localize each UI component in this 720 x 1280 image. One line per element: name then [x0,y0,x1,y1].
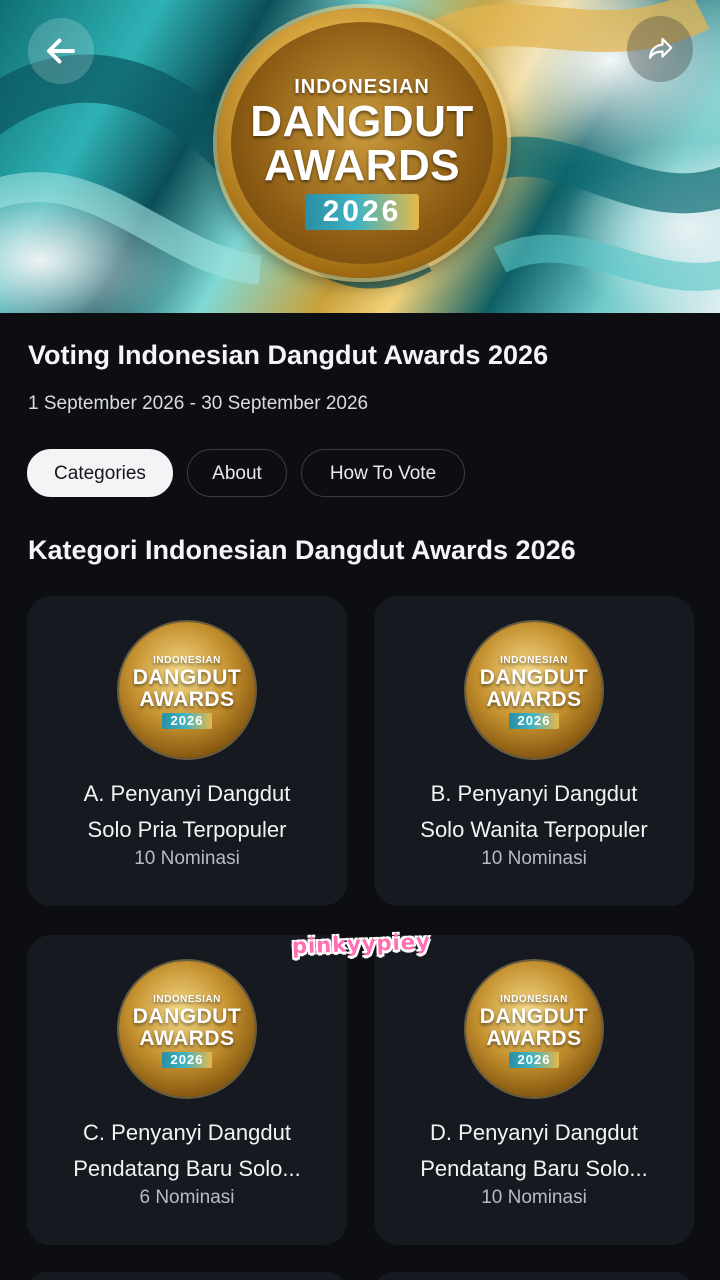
badge-line-3: AWARDS [486,688,582,711]
watermark-sticker: pinkyypiey [291,929,432,959]
category-logo: INDONESIAN DANGDUT AWARDS 2026 [466,961,602,1097]
badge-year: 2026 [162,1052,212,1068]
category-card-b[interactable]: INDONESIAN DANGDUT AWARDS 2026 B. Penyan… [374,596,694,906]
category-card-d[interactable]: INDONESIAN DANGDUT AWARDS 2026 D. Penyan… [374,935,694,1245]
nominee-count: 10 Nominasi [481,848,587,869]
category-card-a[interactable]: INDONESIAN DANGDUT AWARDS 2026 A. Penyan… [27,596,347,906]
share-button[interactable] [627,16,693,82]
tab-how-to-vote[interactable]: How To Vote [301,449,465,497]
category-name: D. Penyanyi Dangdut Pendatang Baru Solo.… [394,1115,674,1187]
event-title: Voting Indonesian Dangdut Awards 2026 [28,340,549,370]
logo-year: 2026 [305,194,419,230]
category-name: B. Penyanyi Dangdut Solo Wanita Terpopul… [394,776,674,848]
category-logo: INDONESIAN DANGDUT AWARDS 2026 [119,961,255,1097]
logo-line-3: AWARDS [263,141,461,190]
category-name-line-1: A. Penyanyi Dangdut [83,781,291,806]
nominee-count: 6 Nominasi [139,1187,235,1208]
category-name: C. Penyanyi Dangdut Pendatang Baru Solo.… [47,1115,327,1187]
category-name-line-2: Solo Pria Terpopuler [87,817,287,842]
badge-line-1: INDONESIAN [153,994,221,1005]
badge-line-3: AWARDS [139,688,235,711]
category-name-line-1: B. Penyanyi Dangdut [430,781,638,806]
section-title: Kategori Indonesian Dangdut Awards 2026 [28,535,576,565]
logo-line-1: INDONESIAN [294,76,430,98]
tab-categories[interactable]: Categories [27,449,173,497]
category-card-peek[interactable] [27,1272,347,1280]
badge-year: 2026 [162,713,212,729]
badge-line-2: DANGDUT [479,666,589,689]
category-name-line-1: D. Penyanyi Dangdut [430,1120,638,1145]
badge-line-2: DANGDUT [132,666,242,689]
category-name-line-2: Solo Wanita Terpopuler [420,817,648,842]
category-name-line-2: Pendatang Baru Solo... [420,1156,648,1181]
nominee-count: 10 Nominasi [134,848,240,869]
event-banner: INDONESIAN DANGDUT AWARDS 2026 [0,0,720,313]
badge-line-2: DANGDUT [479,1005,589,1028]
nominee-count: 10 Nominasi [481,1187,587,1208]
arrow-left-icon [47,38,75,64]
share-icon [648,37,673,59]
back-button[interactable] [28,18,94,84]
badge-year: 2026 [509,713,559,729]
event-date-range: 1 September 2026 - 30 September 2026 [28,393,369,414]
badge-year: 2026 [509,1052,559,1068]
category-logo: INDONESIAN DANGDUT AWARDS 2026 [466,622,602,758]
badge-line-1: INDONESIAN [500,994,568,1005]
event-logo: INDONESIAN DANGDUT AWARDS 2026 [217,8,507,278]
category-name: A. Penyanyi Dangdut Solo Pria Terpopuler [47,776,327,848]
badge-line-3: AWARDS [139,1027,235,1050]
badge-line-3: AWARDS [486,1027,582,1050]
category-logo: INDONESIAN DANGDUT AWARDS 2026 [119,622,255,758]
category-card-peek[interactable] [374,1272,694,1280]
category-name-line-2: Pendatang Baru Solo... [73,1156,301,1181]
badge-line-2: DANGDUT [132,1005,242,1028]
screen: INDONESIAN DANGDUT AWARDS 2026 Voting In… [0,0,720,1280]
badge-line-1: INDONESIAN [500,655,568,666]
category-card-c[interactable]: INDONESIAN DANGDUT AWARDS 2026 C. Penyan… [27,935,347,1245]
badge-line-1: INDONESIAN [153,655,221,666]
tab-about[interactable]: About [187,449,287,497]
category-name-line-1: C. Penyanyi Dangdut [83,1120,291,1145]
logo-line-2: DANGDUT [250,97,474,146]
